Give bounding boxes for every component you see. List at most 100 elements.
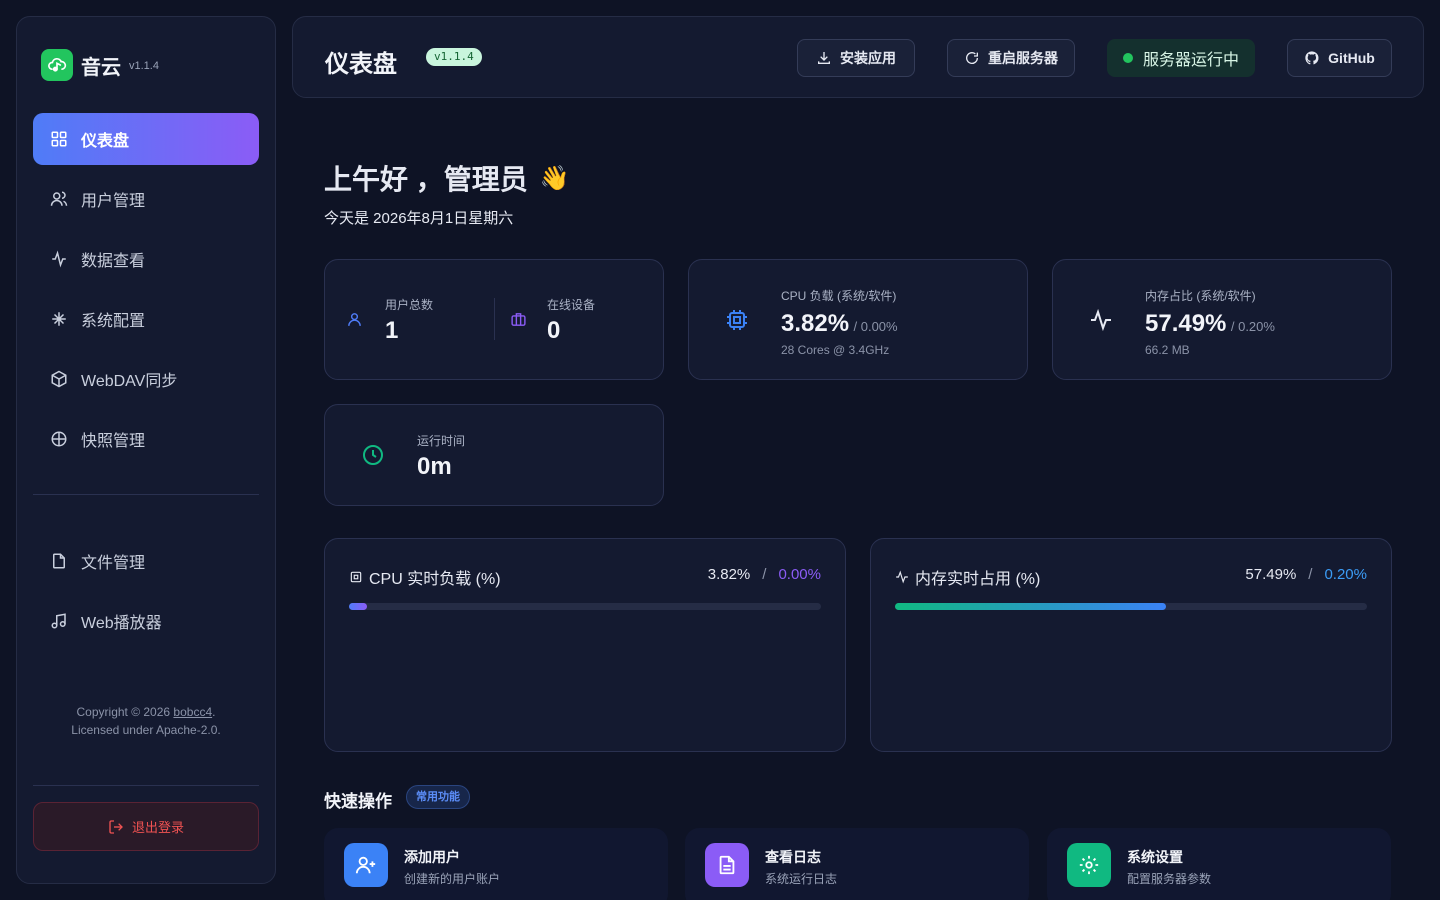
package-icon — [49, 369, 69, 389]
quick-action-desc: 配置服务器参数 — [1127, 872, 1212, 886]
nav-label: Web播放器 — [81, 615, 162, 632]
refresh-icon — [964, 50, 980, 66]
quick-action-name: 查看日志 — [765, 849, 821, 865]
system-value: 3.82% — [707, 566, 751, 583]
quick-action-settings[interactable]: 系统设置 配置服务器参数 — [1047, 828, 1391, 900]
nav-item-data[interactable]: 数据查看 — [33, 233, 259, 285]
greeting: 上午好 ，管理员 👋 — [324, 158, 570, 198]
chart-values: 3.82% / 0.00% — [708, 566, 821, 583]
quick-action-view-logs[interactable]: 查看日志 系统运行日志 — [685, 828, 1029, 900]
nav-label: 快照管理 — [81, 433, 146, 450]
activity-icon — [49, 249, 69, 269]
install-app-button[interactable]: 安装应用 — [797, 39, 915, 77]
cpu-card: CPU 负载 (系统/软件) 3.82% / 0.00% 28 Cores @ … — [688, 259, 1028, 380]
clock-icon — [361, 443, 385, 472]
stat-detail: 66.2 MB — [1145, 343, 1190, 357]
stat-value: 0m — [417, 453, 452, 480]
settings-icon — [1067, 843, 1111, 887]
stat-value: 57.49% — [1145, 310, 1227, 337]
copyright: Copyright © 2026 bobcc4. Licensed under … — [17, 703, 275, 739]
user-plus-icon — [344, 843, 388, 887]
value-separator: / — [1308, 566, 1313, 583]
nav-label: 用户管理 — [81, 193, 146, 210]
quick-actions-title: 快速操作 — [324, 792, 392, 811]
nav-item-player[interactable]: Web播放器 — [33, 595, 259, 647]
file-text-icon — [705, 843, 749, 887]
briefcase-icon — [510, 311, 527, 333]
restart-label: 重启服务器 — [988, 50, 1058, 66]
cpu-realtime-chart: CPU 实时负载 (%) 3.82% / 0.00% — [324, 538, 846, 752]
restart-server-button[interactable]: 重启服务器 — [947, 39, 1075, 77]
copyright-suffix: . — [212, 705, 216, 719]
stat-detail: 28 Cores @ 3.4GHz — [781, 343, 890, 357]
nav-item-files[interactable]: 文件管理 — [33, 535, 259, 587]
users-devices-card: 用户总数 1 在线设备 0 — [324, 259, 664, 380]
sidebar-divider — [33, 785, 259, 786]
nav-item-config[interactable]: 系统配置 — [33, 293, 259, 345]
logout-button[interactable]: 退出登录 — [33, 802, 259, 851]
quick-action-name: 系统设置 — [1127, 849, 1183, 865]
top-header: 仪表盘 v1.1.4 安装应用 重启服务器 服务器运行中 GitHub — [292, 16, 1424, 98]
brand[interactable]: 音云 v1.1.4 — [41, 49, 159, 81]
quick-action-desc: 系统运行日志 — [765, 872, 838, 886]
stat-label: 内存占比 (系统/软件) — [1145, 289, 1256, 303]
uptime-card: 运行时间 0m — [324, 404, 664, 506]
nav-item-snapshot[interactable]: 快照管理 — [33, 413, 259, 465]
stat-value: 0 — [547, 317, 561, 344]
nav-label: 文件管理 — [81, 555, 146, 572]
sidebar: 音云 v1.1.4 仪表盘 用户管理 数据查看 系统配置 WebDAV同步 快照… — [16, 16, 276, 884]
chart-title-text: 内存实时占用 (%) — [915, 571, 1041, 588]
progress-track — [895, 603, 1367, 610]
user-icon — [346, 311, 363, 333]
brand-name: 音云 — [81, 56, 121, 79]
dashboard-icon — [49, 129, 69, 149]
sparkle-icon — [49, 309, 69, 329]
memory-progress-fill — [895, 603, 1167, 610]
app-value: 0.20% — [1324, 566, 1367, 583]
stat-label: 用户总数 — [385, 298, 434, 312]
license-text: Licensed under Apache-2.0. — [71, 723, 221, 737]
stat-sub: / 0.00% — [853, 319, 898, 334]
stat-label: CPU 负载 (系统/软件) — [781, 289, 897, 303]
sidebar-divider — [33, 494, 259, 495]
server-status-badge: 服务器运行中 — [1107, 39, 1255, 77]
quick-action-name: 添加用户 — [404, 849, 460, 865]
chart-title-text: CPU 实时负载 (%) — [369, 571, 501, 588]
activity-icon — [1089, 308, 1113, 337]
version-badge: v1.1.4 — [426, 48, 482, 66]
system-value: 57.49% — [1245, 566, 1297, 583]
file-icon — [49, 551, 69, 571]
chart-values: 57.49% / 0.20% — [1245, 566, 1367, 583]
cloud-music-logo-icon — [41, 49, 73, 81]
greeting-text: 上午好 ，管理员 — [324, 164, 528, 195]
today-date: 今天是 2026年8月1日星期六 — [324, 210, 514, 227]
users-icon — [49, 189, 69, 209]
nav-label: 系统配置 — [81, 313, 146, 330]
quick-action-desc: 创建新的用户账户 — [404, 872, 501, 886]
stat-value: 1 — [385, 317, 399, 344]
quick-action-add-user[interactable]: 添加用户 创建新的用户账户 — [324, 828, 668, 900]
chart-title: CPU 实时负载 (%) — [349, 565, 501, 589]
github-button[interactable]: GitHub — [1287, 39, 1392, 77]
nav-item-dashboard[interactable]: 仪表盘 — [33, 113, 259, 165]
stat-cpu: CPU 负载 (系统/软件) 3.82% / 0.00% 28 Cores @ … — [781, 287, 898, 357]
nav-item-users[interactable]: 用户管理 — [33, 173, 259, 225]
value-separator: / — [762, 566, 767, 583]
copyright-author-link[interactable]: bobcc4 — [173, 705, 212, 719]
stat-memory: 内存占比 (系统/软件) 57.49% / 0.20% 66.2 MB — [1145, 287, 1275, 357]
install-label: 安装应用 — [840, 50, 896, 66]
brand-version: v1.1.4 — [129, 60, 159, 72]
plus-circle-icon — [49, 429, 69, 449]
nav-item-webdav[interactable]: WebDAV同步 — [33, 353, 259, 405]
nav-label: 仪表盘 — [81, 133, 130, 150]
app-value: 0.00% — [778, 566, 821, 583]
wave-emoji: 👋 — [539, 164, 570, 192]
memory-card: 内存占比 (系统/软件) 57.49% / 0.20% 66.2 MB — [1052, 259, 1392, 380]
stat-divider — [494, 298, 495, 340]
download-icon — [816, 50, 832, 66]
nav-label: 数据查看 — [81, 253, 146, 270]
page-title: 仪表盘 — [325, 51, 397, 78]
status-label: 服务器运行中 — [1142, 52, 1239, 69]
stat-sub: / 0.20% — [1230, 319, 1275, 334]
github-icon — [1304, 50, 1320, 66]
